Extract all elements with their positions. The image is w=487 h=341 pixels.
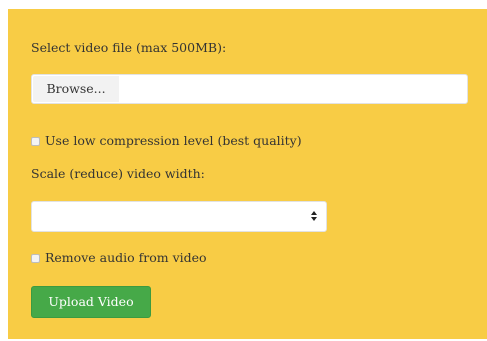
- video-file-input[interactable]: Browse...: [31, 74, 468, 104]
- remove-audio-label: Remove audio from video: [45, 250, 207, 265]
- remove-audio-checkbox[interactable]: [31, 254, 40, 263]
- low-compression-checkbox[interactable]: [31, 137, 40, 146]
- browse-button[interactable]: Browse...: [33, 76, 119, 102]
- up-down-caret-icon: [311, 211, 317, 221]
- upload-form-panel: Select video file (max 500MB): Browse...…: [8, 9, 487, 339]
- low-compression-label: Use low compression level (best quality): [45, 133, 302, 148]
- file-select-label: Select video file (max 500MB):: [31, 40, 227, 55]
- scale-width-select[interactable]: [31, 201, 327, 232]
- scale-width-label: Scale (reduce) video width:: [31, 166, 205, 181]
- upload-video-button[interactable]: Upload Video: [31, 286, 151, 318]
